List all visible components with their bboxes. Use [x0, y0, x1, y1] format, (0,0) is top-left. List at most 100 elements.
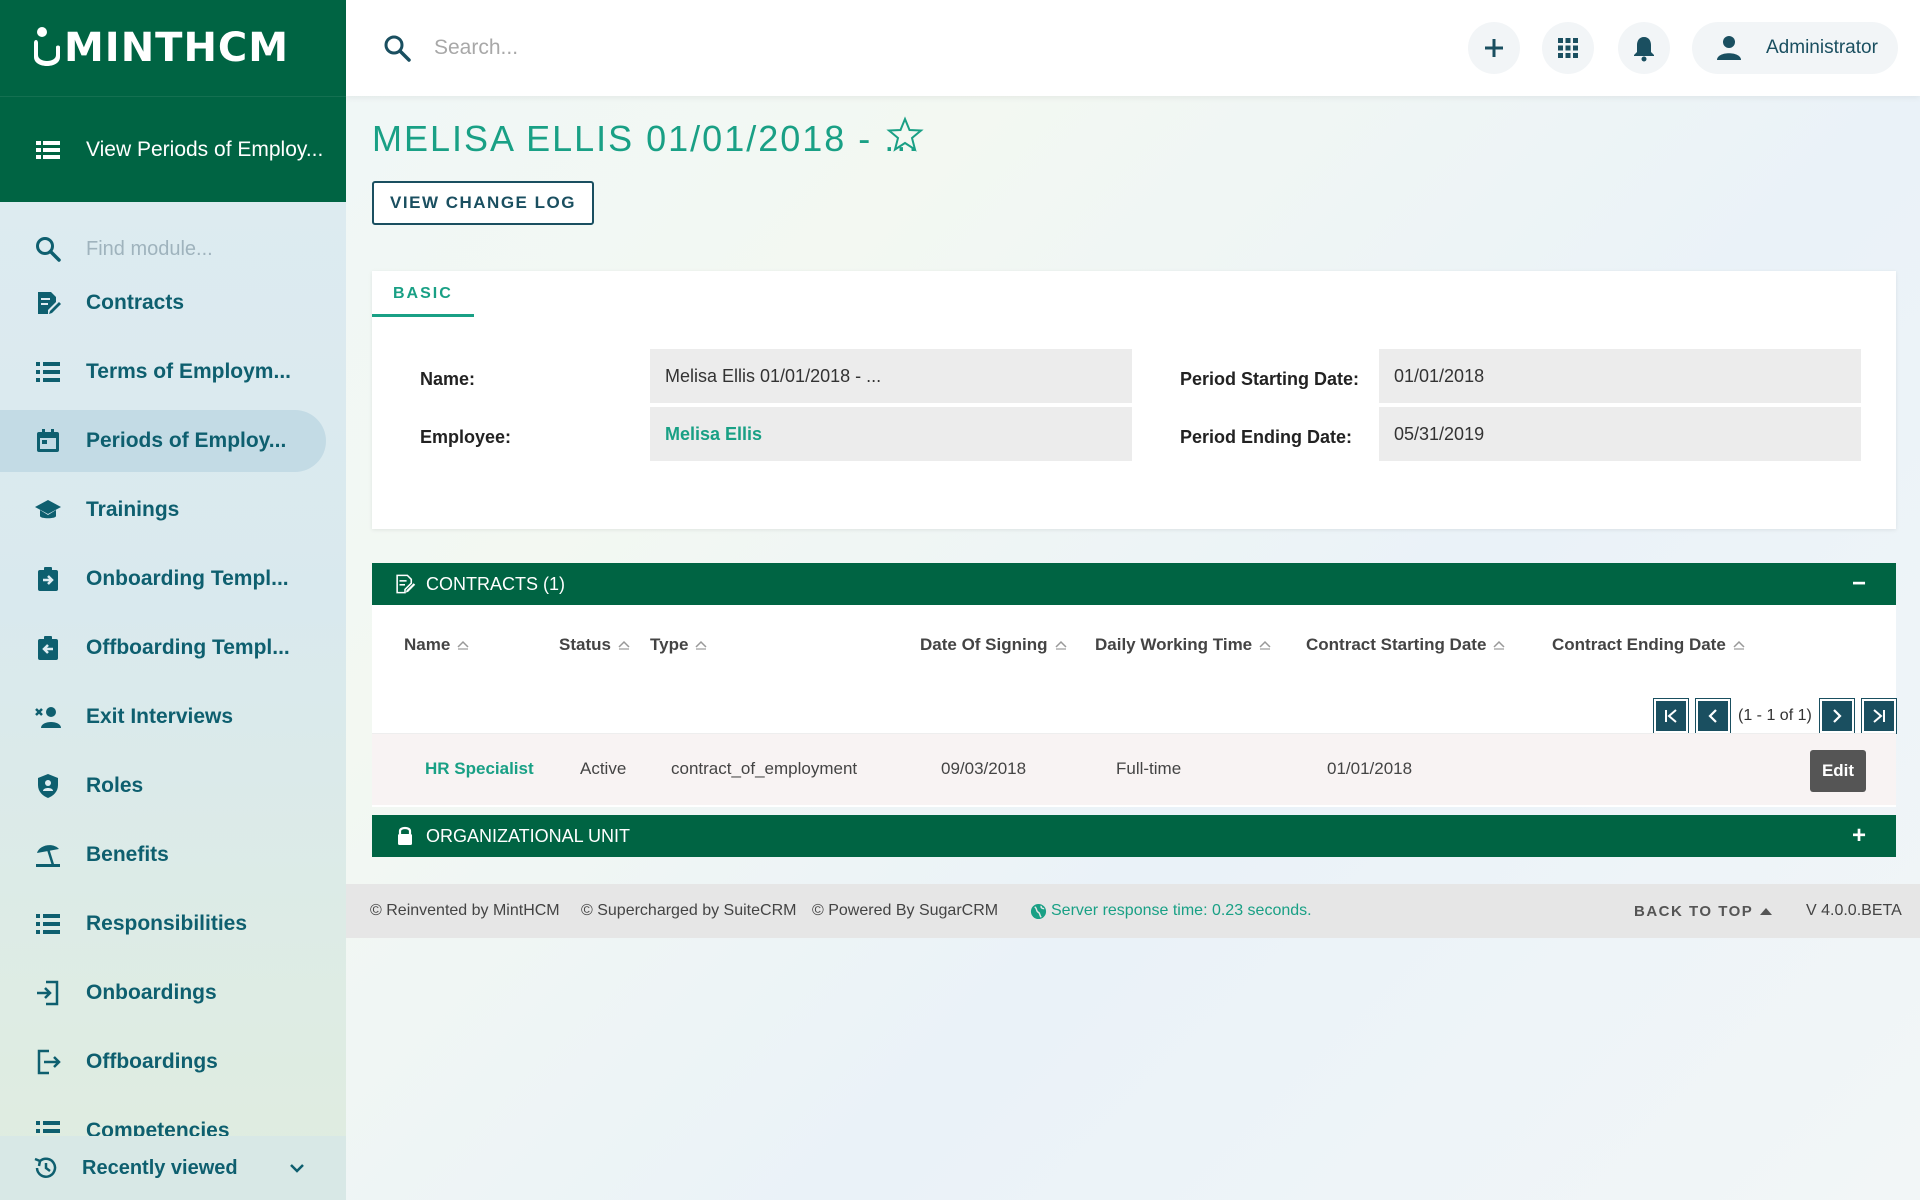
sidebar-item-label: Terms of Employm...	[86, 360, 291, 383]
brand-logo[interactable]: MINTHCM	[30, 25, 289, 71]
org-unit-subpanel-header[interactable]: ORGANIZATIONAL UNIT +	[372, 815, 1896, 857]
sort-icon	[1733, 640, 1745, 650]
sidebar-item-terms-of-employment[interactable]: Terms of Employm...	[0, 341, 326, 403]
history-icon	[34, 1157, 57, 1178]
contract-name-link[interactable]: HR Specialist	[425, 759, 534, 779]
period-start-label: Period Starting Date:	[1180, 369, 1360, 389]
edit-contract-button[interactable]: Edit	[1810, 750, 1866, 792]
find-module-field[interactable]: Find module...	[0, 224, 346, 274]
collapse-contracts-button[interactable]: −	[1852, 570, 1866, 598]
globe-icon	[1030, 903, 1047, 919]
sidebar-item-label: Periods of Employ...	[86, 429, 287, 452]
col-head-status[interactable]: Status	[559, 635, 631, 655]
period-end-label: Period Ending Date:	[1180, 427, 1353, 447]
page-title: MELISA ELLIS 01/01/2018 - ...	[372, 118, 921, 159]
user-menu-button[interactable]: Administrator	[1692, 22, 1898, 74]
recently-viewed-toggle[interactable]: Recently viewed	[0, 1136, 346, 1200]
brand-name: MINTHCM	[64, 25, 290, 71]
footer: © Reinvented by MintHCM © Supercharged b…	[346, 884, 1920, 938]
sidebar-item-benefits[interactable]: Benefits	[0, 824, 326, 886]
clipboard-out-icon	[38, 636, 58, 660]
next-page-button[interactable]	[1818, 698, 1855, 734]
employee-link[interactable]: Melisa Ellis	[650, 407, 1132, 461]
col-head-name[interactable]: Name	[404, 635, 470, 655]
plus-icon	[1485, 39, 1503, 57]
sidebar-item-label: Trainings	[86, 498, 180, 521]
sidebar-item-responsibilities[interactable]: Responsibilities	[0, 893, 326, 955]
sort-icon	[1493, 640, 1505, 650]
sort-icon	[457, 640, 469, 650]
version-label: V 4.0.0.BETA	[1806, 902, 1902, 919]
first-page-icon	[1665, 709, 1677, 723]
apps-grid-button[interactable]	[1542, 22, 1594, 74]
sidebar-item-onboardings[interactable]: Onboardings	[0, 962, 326, 1024]
back-to-top-link[interactable]: BACK TO TOP	[1634, 903, 1773, 920]
sidebar-item-offboarding-templates[interactable]: Offboarding Templ...	[0, 617, 326, 679]
favorite-star-icon[interactable]	[886, 116, 924, 154]
col-head-contract-ending-date[interactable]: Contract Ending Date	[1552, 635, 1746, 655]
graduation-cap-icon	[35, 500, 61, 519]
pagination: (1 - 1 of 1)	[1650, 698, 1900, 734]
footer-powered[interactable]: © Powered By SugarCRM	[812, 902, 998, 920]
prev-page-button[interactable]	[1695, 698, 1731, 734]
sidebar-item-onboarding-templates[interactable]: Onboarding Templ...	[0, 548, 326, 610]
shield-user-icon	[38, 774, 58, 798]
module-nav: Contracts Terms of Employm... Periods of…	[0, 272, 346, 1142]
table-row: HR Specialist Active contract_of_employm…	[372, 733, 1896, 805]
contract-icon	[396, 574, 416, 594]
global-search-input[interactable]	[434, 36, 1334, 60]
contracts-subpanel-header[interactable]: CONTRACTS (1) −	[372, 563, 1896, 605]
find-module-placeholder: Find module...	[86, 237, 213, 260]
col-head-type[interactable]: Type	[650, 635, 708, 655]
contract-start-date: 01/01/2018	[1327, 759, 1413, 778]
name-label: Name:	[420, 369, 476, 389]
view-periods-link[interactable]: View Periods of Employ...	[0, 96, 346, 202]
sidebar-item-periods-of-employment[interactable]: Periods of Employ...	[0, 410, 326, 472]
col-head-daily-working-time[interactable]: Daily Working Time	[1095, 635, 1272, 655]
sidebar-item-roles[interactable]: Roles	[0, 755, 326, 817]
sidebar-item-contracts[interactable]: Contracts	[0, 272, 326, 334]
sidebar-item-exit-interviews[interactable]: Exit Interviews	[0, 686, 326, 748]
lock-icon	[398, 826, 412, 845]
bell-icon	[1634, 37, 1654, 62]
last-page-icon	[1873, 709, 1885, 723]
caret-up-icon	[1760, 908, 1773, 915]
search-icon	[36, 237, 61, 262]
sidebar: MINTHCM View Periods of Employ... Find m…	[0, 0, 346, 1200]
beach-umbrella-icon	[36, 845, 60, 867]
logo-mark-icon	[34, 27, 60, 66]
contracts-table: Name Status Type Date Of Signing Daily W…	[372, 605, 1897, 807]
search-icon[interactable]	[382, 33, 412, 63]
list-icon	[36, 362, 60, 382]
sidebar-item-label: Onboardings	[86, 981, 217, 1004]
expand-org-unit-button[interactable]: +	[1852, 822, 1866, 850]
col-head-date-of-signing[interactable]: Date Of Signing	[920, 635, 1068, 655]
view-change-log-button[interactable]: VIEW CHANGE LOG	[372, 181, 594, 225]
period-end-value: 05/31/2019	[1379, 407, 1861, 461]
sort-icon	[1054, 640, 1067, 650]
pager-text: (1 - 1 of 1)	[1738, 707, 1812, 724]
contract-type: contract_of_employment	[671, 759, 858, 778]
contract-working-time: Full-time	[1116, 759, 1182, 778]
chevron-right-icon	[1833, 709, 1842, 723]
user-name: Administrator	[1766, 37, 1878, 58]
notifications-button[interactable]	[1618, 22, 1670, 74]
sidebar-item-label: Onboarding Templ...	[86, 567, 289, 590]
footer-reinvented[interactable]: © Reinvented by MintHCM	[370, 902, 560, 920]
sidebar-item-label: Responsibilities	[86, 912, 248, 935]
user-icon	[1717, 36, 1741, 60]
grid-icon	[1558, 38, 1578, 58]
org-unit-subpanel-title: ORGANIZATIONAL UNIT	[426, 825, 631, 846]
tab-basic[interactable]: BASIC	[372, 271, 474, 317]
calendar-icon	[37, 429, 59, 452]
col-head-contract-starting-date[interactable]: Contract Starting Date	[1306, 635, 1506, 655]
quick-create-button[interactable]	[1468, 22, 1520, 74]
sort-icon	[618, 640, 630, 650]
name-value: Melisa Ellis 01/01/2018 - ...	[650, 349, 1132, 403]
chevron-down-icon	[290, 1164, 304, 1173]
first-page-button[interactable]	[1653, 698, 1689, 734]
footer-supercharged[interactable]: © Supercharged by SuiteCRM	[581, 902, 796, 920]
sidebar-item-trainings[interactable]: Trainings	[0, 479, 326, 541]
last-page-button[interactable]	[1860, 698, 1897, 734]
sidebar-item-offboardings[interactable]: Offboardings	[0, 1031, 326, 1093]
